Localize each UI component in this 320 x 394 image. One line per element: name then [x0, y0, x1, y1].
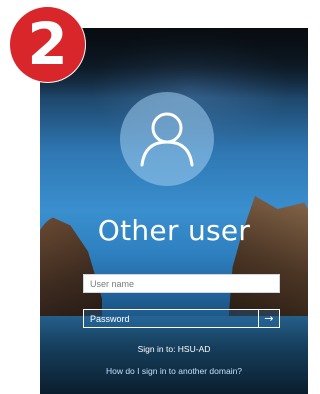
step-number-badge: 2	[10, 7, 85, 82]
submit-button[interactable]: →	[259, 309, 280, 328]
user-icon	[140, 112, 194, 167]
user-avatar	[120, 92, 214, 186]
arrow-right-icon: →	[264, 312, 274, 325]
login-screen: Other user → Sign in to: HSU-AD How do I…	[40, 28, 308, 394]
password-input[interactable]	[83, 309, 259, 328]
other-domain-link[interactable]: How do I sign in to another domain?	[40, 366, 308, 376]
username-input[interactable]	[83, 274, 280, 293]
user-title: Other user	[97, 214, 251, 247]
sign-in-domain-label: Sign in to: HSU-AD	[137, 344, 211, 354]
